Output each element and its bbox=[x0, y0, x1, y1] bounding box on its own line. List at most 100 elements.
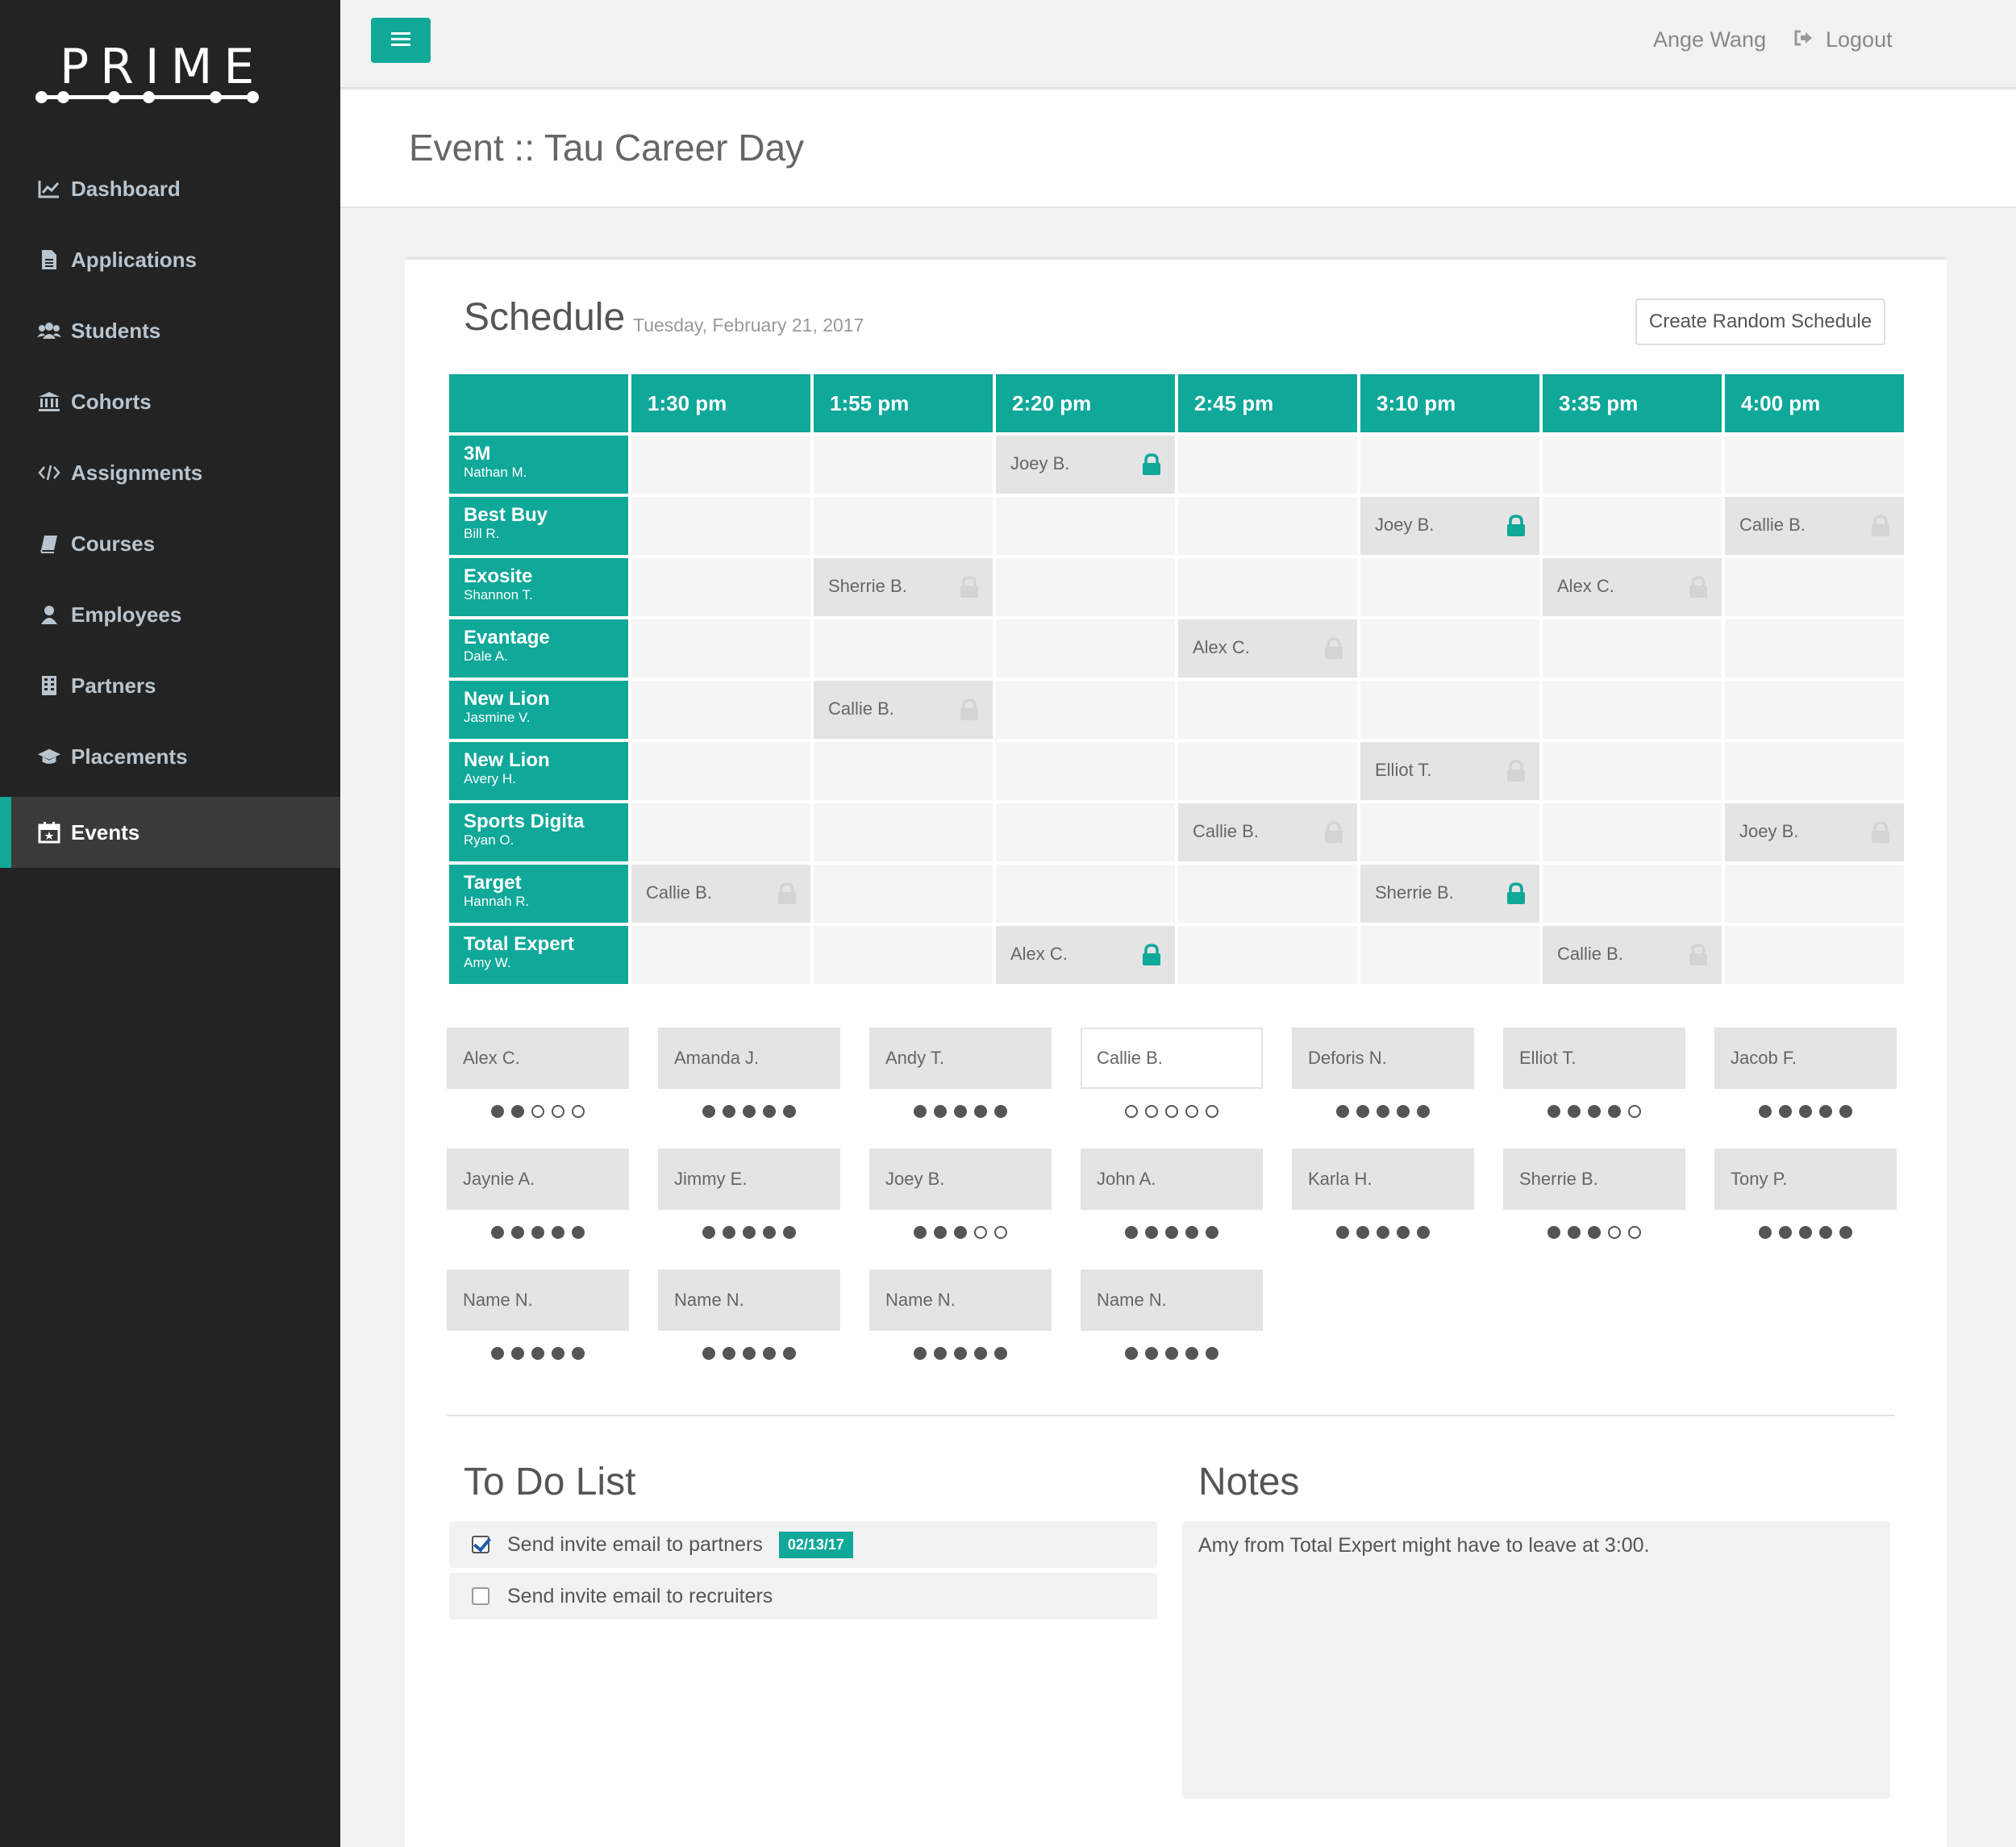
lock-icon[interactable] bbox=[1506, 515, 1527, 537]
schedule-cell[interactable] bbox=[996, 497, 1175, 555]
student-tile[interactable]: Elliot T. bbox=[1503, 1028, 1685, 1089]
student-tile[interactable]: John A. bbox=[1081, 1149, 1263, 1210]
schedule-cell[interactable] bbox=[631, 742, 810, 800]
schedule-cell[interactable] bbox=[1178, 742, 1357, 800]
schedule-cell[interactable] bbox=[814, 803, 993, 861]
sidebar-item-partners[interactable]: Partners bbox=[0, 650, 340, 721]
schedule-cell[interactable] bbox=[631, 558, 810, 616]
schedule-cell[interactable] bbox=[631, 619, 810, 678]
schedule-cell[interactable] bbox=[1543, 803, 1722, 861]
schedule-cell[interactable] bbox=[1178, 558, 1357, 616]
unlock-icon[interactable] bbox=[1688, 576, 1709, 598]
student-tile[interactable]: Jacob F. bbox=[1714, 1028, 1897, 1089]
sidebar-item-dashboard[interactable]: Dashboard bbox=[0, 153, 340, 224]
unlock-icon[interactable] bbox=[1323, 821, 1344, 844]
schedule-cell[interactable] bbox=[1543, 865, 1722, 923]
schedule-cell[interactable] bbox=[1543, 742, 1722, 800]
schedule-cell[interactable] bbox=[814, 497, 993, 555]
schedule-cell[interactable]: Callie B. bbox=[1543, 926, 1722, 984]
schedule-cell[interactable]: Joey B. bbox=[1360, 497, 1539, 555]
schedule-cell[interactable] bbox=[631, 803, 810, 861]
logout-link[interactable]: Logout bbox=[1793, 27, 1893, 52]
notes-textarea[interactable]: Amy from Total Expert might have to leav… bbox=[1182, 1521, 1890, 1799]
schedule-cell[interactable] bbox=[1360, 926, 1539, 984]
create-random-schedule-button[interactable]: Create Random Schedule bbox=[1635, 298, 1885, 345]
sidebar-item-students[interactable]: Students bbox=[0, 295, 340, 366]
student-tile[interactable]: Name N. bbox=[658, 1270, 840, 1331]
sidebar-item-applications[interactable]: Applications bbox=[0, 224, 340, 295]
schedule-cell[interactable] bbox=[1178, 497, 1357, 555]
user-name[interactable]: Ange Wang bbox=[1653, 27, 1766, 52]
schedule-cell[interactable] bbox=[996, 742, 1175, 800]
schedule-cell[interactable]: Callie B. bbox=[1725, 497, 1904, 555]
schedule-cell[interactable] bbox=[631, 926, 810, 984]
schedule-cell[interactable] bbox=[1725, 681, 1904, 739]
student-tile[interactable]: Joey B. bbox=[869, 1149, 1052, 1210]
schedule-cell[interactable]: Alex C. bbox=[1178, 619, 1357, 678]
schedule-cell[interactable] bbox=[1178, 865, 1357, 923]
sidebar-item-cohorts[interactable]: Cohorts bbox=[0, 366, 340, 437]
schedule-cell[interactable] bbox=[631, 436, 810, 494]
student-tile[interactable]: Sherrie B. bbox=[1503, 1149, 1685, 1210]
schedule-cell[interactable] bbox=[814, 619, 993, 678]
schedule-cell[interactable]: Callie B. bbox=[631, 865, 810, 923]
schedule-cell[interactable] bbox=[814, 865, 993, 923]
schedule-cell[interactable] bbox=[1360, 681, 1539, 739]
student-tile[interactable]: Jimmy E. bbox=[658, 1149, 840, 1210]
schedule-cell[interactable] bbox=[996, 558, 1175, 616]
schedule-cell[interactable] bbox=[814, 742, 993, 800]
schedule-cell[interactable] bbox=[1360, 619, 1539, 678]
student-tile[interactable]: Name N. bbox=[869, 1270, 1052, 1331]
menu-toggle-button[interactable] bbox=[371, 18, 431, 63]
unlock-icon[interactable] bbox=[959, 698, 980, 721]
student-tile[interactable]: Amanda J. bbox=[658, 1028, 840, 1089]
schedule-cell[interactable] bbox=[1725, 742, 1904, 800]
student-tile[interactable]: Name N. bbox=[1081, 1270, 1263, 1331]
schedule-cell[interactable] bbox=[631, 681, 810, 739]
student-tile[interactable]: Callie B. bbox=[1081, 1028, 1263, 1089]
schedule-cell[interactable] bbox=[996, 803, 1175, 861]
schedule-cell[interactable]: Callie B. bbox=[814, 681, 993, 739]
schedule-cell[interactable] bbox=[1543, 681, 1722, 739]
schedule-cell[interactable]: Alex C. bbox=[996, 926, 1175, 984]
todo-checkbox[interactable] bbox=[472, 1587, 489, 1605]
schedule-cell[interactable] bbox=[1543, 436, 1722, 494]
schedule-cell[interactable]: Sherrie B. bbox=[1360, 865, 1539, 923]
schedule-cell[interactable] bbox=[996, 681, 1175, 739]
schedule-cell[interactable] bbox=[1178, 436, 1357, 494]
schedule-cell[interactable]: Joey B. bbox=[996, 436, 1175, 494]
schedule-cell[interactable] bbox=[996, 865, 1175, 923]
student-tile[interactable]: Alex C. bbox=[447, 1028, 629, 1089]
schedule-cell[interactable] bbox=[1360, 803, 1539, 861]
schedule-cell[interactable] bbox=[814, 926, 993, 984]
student-tile[interactable]: Andy T. bbox=[869, 1028, 1052, 1089]
sidebar-item-assignments[interactable]: Assignments bbox=[0, 437, 340, 508]
schedule-cell[interactable] bbox=[1360, 436, 1539, 494]
student-tile[interactable]: Deforis N. bbox=[1292, 1028, 1474, 1089]
schedule-cell[interactable] bbox=[1543, 497, 1722, 555]
schedule-cell[interactable] bbox=[1725, 926, 1904, 984]
schedule-cell[interactable] bbox=[1725, 619, 1904, 678]
student-tile[interactable]: Karla H. bbox=[1292, 1149, 1474, 1210]
schedule-cell[interactable] bbox=[1543, 619, 1722, 678]
lock-icon[interactable] bbox=[1506, 882, 1527, 905]
schedule-cell[interactable] bbox=[1725, 436, 1904, 494]
schedule-cell[interactable] bbox=[1178, 681, 1357, 739]
schedule-cell[interactable] bbox=[814, 436, 993, 494]
lock-icon[interactable] bbox=[1141, 453, 1162, 476]
unlock-icon[interactable] bbox=[1870, 515, 1891, 537]
sidebar-item-employees[interactable]: Employees bbox=[0, 579, 340, 650]
schedule-cell[interactable]: Joey B. bbox=[1725, 803, 1904, 861]
student-tile[interactable]: Name N. bbox=[447, 1270, 629, 1331]
schedule-cell[interactable]: Callie B. bbox=[1178, 803, 1357, 861]
schedule-cell[interactable] bbox=[996, 619, 1175, 678]
schedule-cell[interactable] bbox=[1178, 926, 1357, 984]
unlock-icon[interactable] bbox=[777, 882, 798, 905]
unlock-icon[interactable] bbox=[959, 576, 980, 598]
sidebar-item-courses[interactable]: Courses bbox=[0, 508, 340, 579]
unlock-icon[interactable] bbox=[1323, 637, 1344, 660]
lock-icon[interactable] bbox=[1141, 944, 1162, 966]
schedule-cell[interactable]: Elliot T. bbox=[1360, 742, 1539, 800]
schedule-cell[interactable]: Sherrie B. bbox=[814, 558, 993, 616]
unlock-icon[interactable] bbox=[1870, 821, 1891, 844]
